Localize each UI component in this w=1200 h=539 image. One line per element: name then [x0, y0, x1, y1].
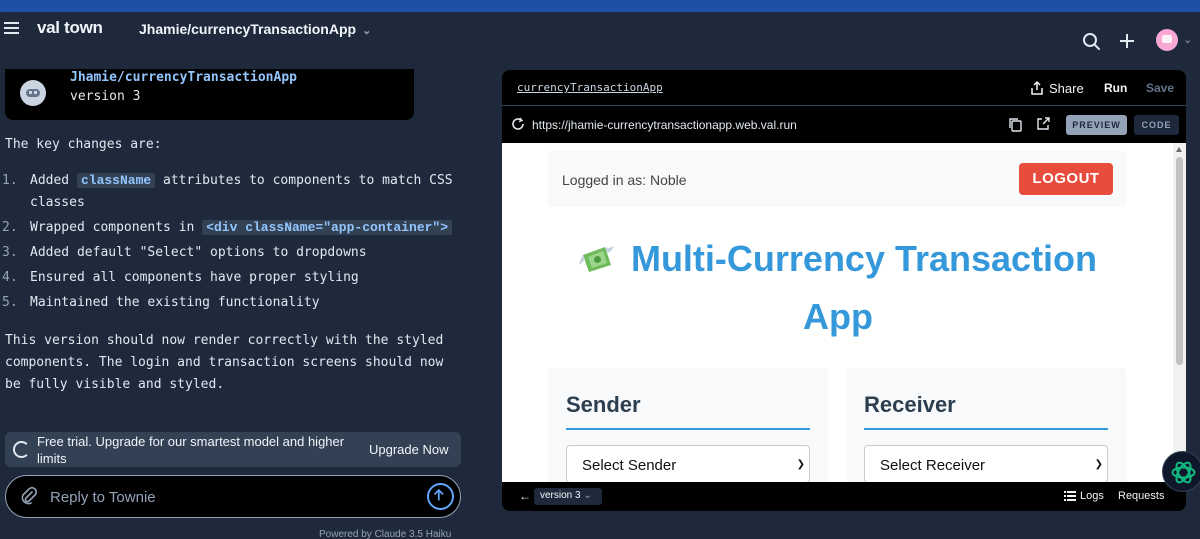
heading-rule — [566, 428, 810, 430]
chevron-down-icon: ❯ — [796, 459, 805, 470]
sender-select-value: Select Sender — [582, 457, 677, 474]
list-number: 3. — [2, 245, 18, 260]
external-link-icon[interactable] — [1036, 116, 1051, 131]
scroll-up-arrow-icon[interactable] — [1176, 147, 1182, 152]
logged-in-text: Logged in as: Noble — [562, 172, 687, 188]
val-town-logo[interactable]: val town — [37, 18, 103, 38]
inline-code: className — [76, 173, 156, 188]
vertical-scrollbar[interactable] — [1173, 143, 1186, 482]
list-number: 4. — [2, 270, 18, 285]
version-selector-label: version 3 — [540, 490, 581, 501]
share-button[interactable]: Share — [1030, 80, 1084, 96]
loading-spinner-icon — [13, 441, 30, 458]
list-number: 5. — [2, 295, 18, 310]
version-selector[interactable]: version 3 ⌄ — [534, 488, 602, 505]
send-arrow-icon[interactable] — [427, 483, 454, 510]
app-title: Multi-Currency Transaction App — [558, 230, 1118, 346]
reply-placeholder: Reply to Townie — [50, 489, 156, 506]
chevron-down-icon: ❯ — [1094, 459, 1103, 470]
share-label: Share — [1049, 80, 1084, 96]
chevron-down-icon[interactable]: ⌄ — [1183, 33, 1192, 46]
sender-heading: Sender — [566, 392, 641, 417]
sender-select[interactable]: Select Sender ❯ — [566, 445, 810, 482]
free-trial-banner: Free trial. Upgrade for our smartest mod… — [5, 432, 461, 467]
receiver-heading: Receiver — [864, 392, 956, 417]
list-item: 4. Ensured all components have proper sty… — [0, 267, 470, 289]
logs-label: Logs — [1080, 490, 1104, 502]
list-item: 2. Wrapped components in <div className="… — [0, 217, 470, 239]
chevron-down-icon: ⌄ — [583, 490, 592, 501]
powered-by: Powered by Claude 3.5 Haiku — [319, 529, 452, 539]
project-name: Jhamie/currencyTransactionApp — [139, 21, 357, 37]
list-text-part: Added — [30, 173, 77, 188]
list-item: 3. Added default "Select" options to drop… — [0, 242, 470, 264]
top-strip — [0, 0, 1200, 12]
search-icon[interactable] — [1082, 32, 1101, 51]
code-tab-button[interactable]: CODE — [1134, 115, 1179, 135]
reload-icon[interactable] — [511, 117, 525, 131]
version-card-title[interactable]: Jhamie/currencyTransactionApp — [70, 70, 297, 85]
chat-intro: The key changes are: — [5, 137, 162, 152]
changes-list: 1. Added className attributes to componen… — [0, 170, 470, 317]
receiver-select-value: Select Receiver — [880, 457, 986, 474]
logout-button[interactable]: LOGOUT — [1019, 163, 1113, 195]
divider — [502, 105, 1186, 106]
plus-icon[interactable] — [1119, 33, 1135, 49]
receiver-select[interactable]: Select Receiver ❯ — [864, 445, 1108, 482]
heading-rule — [864, 428, 1108, 430]
run-button[interactable]: Run — [1104, 81, 1127, 95]
money-with-wings-icon — [578, 245, 614, 272]
copy-icon[interactable] — [1008, 117, 1022, 132]
list-text: Ensured all components have proper styli… — [30, 270, 359, 285]
list-icon — [1064, 491, 1076, 501]
list-text: Added className attributes to components… — [30, 170, 470, 214]
receiver-card: Receiver Select Receiver ❯ — [846, 368, 1126, 482]
reply-input[interactable]: Reply to Townie — [5, 475, 461, 518]
val-name-link[interactable]: currencyTransactionApp — [517, 81, 663, 94]
scrollbar-thumb[interactable] — [1176, 157, 1183, 365]
townie-bot-icon — [20, 80, 46, 106]
preview-tab-button[interactable]: PREVIEW — [1066, 115, 1127, 135]
share-icon — [1031, 80, 1043, 95]
preview-panel: currencyTransactionApp Share Run Save ht… — [502, 70, 1186, 511]
inline-code: <div className="app-container"> — [202, 220, 453, 235]
paperclip-icon[interactable] — [20, 487, 38, 505]
list-text: Added default "Select" options to dropdo… — [30, 245, 367, 260]
app-preview-viewport: Logged in as: Noble LOGOUT Multi-Currenc… — [502, 143, 1186, 482]
trial-text: Free trial. Upgrade for our smartest mod… — [37, 434, 345, 466]
list-number: 1. — [2, 173, 18, 188]
avatar[interactable] — [1156, 29, 1178, 51]
preview-url[interactable]: https://jhamie-currencytransactionapp.we… — [532, 118, 797, 132]
list-number: 2. — [2, 220, 18, 235]
app-title-text: Multi-Currency Transaction App — [630, 238, 1098, 337]
chevron-down-icon: ⌄ — [362, 25, 372, 37]
project-breadcrumb[interactable]: Jhamie/currencyTransactionApp ⌄ — [139, 21, 371, 37]
logs-button[interactable]: Logs — [1064, 490, 1104, 502]
save-button[interactable]: Save — [1146, 81, 1174, 95]
user-bar: Logged in as: Noble LOGOUT — [548, 151, 1126, 207]
requests-button[interactable]: Requests — [1118, 490, 1164, 502]
list-item: 5. Maintained the existing functionality — [0, 292, 470, 314]
upgrade-now-button[interactable]: Upgrade Now — [369, 442, 449, 457]
sender-card: Sender Select Sender ❯ — [548, 368, 828, 482]
version-card-subtitle: version 3 — [70, 89, 141, 104]
list-text-part: Wrapped components in — [30, 220, 203, 235]
list-text: Maintained the existing functionality — [30, 295, 320, 310]
assistant-fab[interactable] — [1162, 451, 1200, 492]
back-arrow-icon[interactable]: ← — [519, 489, 531, 503]
preview-footer: ← version 3 ⌄ Logs Requests — [502, 482, 1186, 511]
chat-outro: This version should now render correctly… — [5, 333, 444, 392]
menu-icon[interactable] — [4, 22, 19, 34]
openai-icon — [1171, 461, 1196, 484]
list-item: 1. Added className attributes to componen… — [0, 170, 470, 214]
list-text: Wrapped components in <div className="ap… — [30, 217, 470, 239]
